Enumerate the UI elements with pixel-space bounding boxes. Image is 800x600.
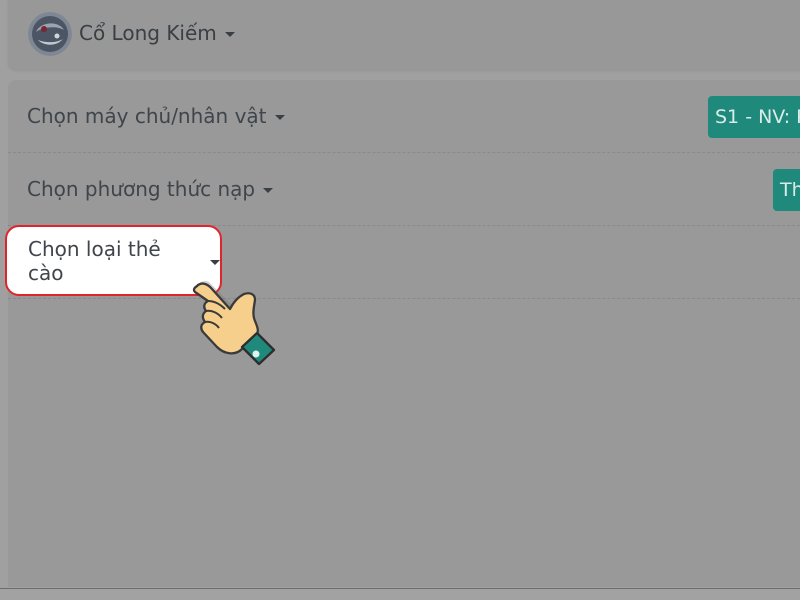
recharge-form-panel bbox=[8, 80, 800, 587]
payment-method-value: Th bbox=[780, 179, 800, 201]
recharge-page: Cổ Long Kiếm Chọn máy chủ/nhân vật S1 - … bbox=[0, 0, 800, 600]
card-type-label: Chọn loại thẻ cào bbox=[28, 236, 161, 285]
server-character-button[interactable]: S1 - NV: P bbox=[708, 96, 800, 138]
caret-down-icon bbox=[274, 115, 285, 120]
server-character-value: S1 - NV: P bbox=[715, 106, 800, 128]
game-title-text: Cổ Long Kiếm bbox=[79, 21, 217, 45]
game-select-dropdown[interactable]: Cổ Long Kiếm bbox=[79, 21, 235, 45]
bottom-strip bbox=[0, 589, 800, 600]
payment-method-label: Chọn phương thức nạp bbox=[27, 177, 256, 201]
payment-method-dropdown[interactable]: Chọn phương thức nạp bbox=[27, 177, 274, 201]
pointing-hand-icon bbox=[183, 270, 283, 370]
caret-down-icon bbox=[210, 259, 220, 265]
game-logo-icon bbox=[28, 12, 72, 56]
payment-method-button[interactable]: Th bbox=[773, 169, 800, 211]
caret-down-icon bbox=[224, 32, 235, 37]
server-label: Chọn máy chủ/nhân vật bbox=[27, 104, 267, 128]
server-dropdown[interactable]: Chọn máy chủ/nhân vật bbox=[27, 104, 285, 128]
caret-down-icon bbox=[263, 188, 274, 193]
